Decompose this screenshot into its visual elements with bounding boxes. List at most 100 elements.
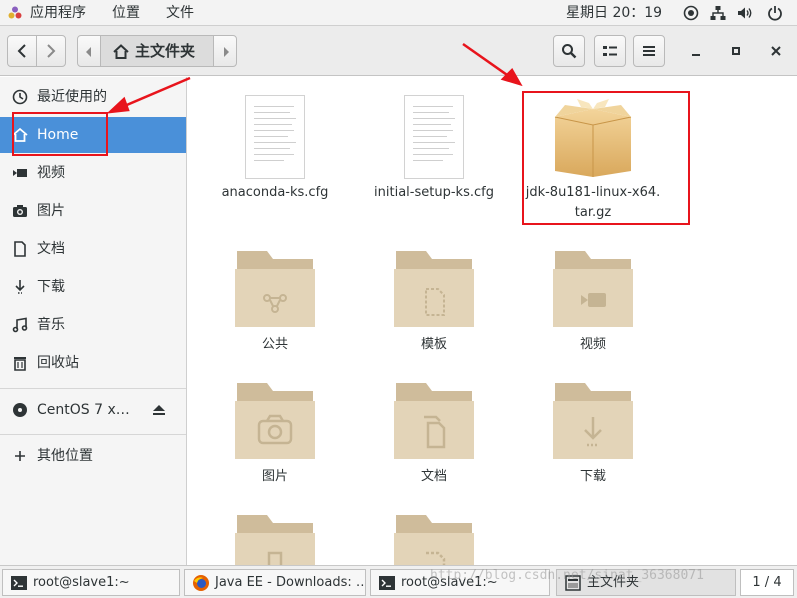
- apps-menu-icon[interactable]: [8, 6, 22, 20]
- music-icon: [12, 317, 28, 333]
- text-file-icon: [245, 95, 305, 179]
- hamburger-menu-icon: [643, 46, 655, 56]
- file-menu[interactable]: 文件: [166, 0, 194, 26]
- folder-name: 下载: [579, 469, 606, 484]
- disc-icon: [13, 403, 27, 417]
- sidebar-divider: [0, 388, 186, 389]
- search-icon: [562, 44, 577, 59]
- sidebar-item-videos[interactable]: 视频: [0, 155, 186, 191]
- chevron-right-icon: [224, 47, 229, 57]
- workspace-pager[interactable]: 1 / 4: [740, 569, 794, 596]
- sidebar-item-pictures[interactable]: 图片: [0, 193, 186, 229]
- file-name: tar.gz: [574, 205, 612, 220]
- file-name: jdk-8u181-linux-x64.: [525, 185, 661, 200]
- sidebar-item-documents[interactable]: 文档: [0, 231, 186, 267]
- sidebar-divider: [0, 434, 186, 435]
- maximize-icon[interactable]: [726, 41, 746, 61]
- path-scroll-right-button[interactable]: [213, 35, 237, 67]
- home-icon: [12, 127, 28, 142]
- folder-item-videos[interactable]: 视频: [515, 243, 671, 357]
- forward-button[interactable]: [36, 35, 66, 67]
- folder-item-downloads[interactable]: 下载: [515, 375, 671, 489]
- folder-name: 模板: [420, 337, 447, 352]
- path-bar: 主文件夹: [77, 35, 237, 67]
- sidebar-item-downloads[interactable]: 下载: [0, 269, 186, 305]
- folder-item[interactable]: [356, 507, 512, 565]
- clock[interactable]: 星期日 20：19: [566, 0, 662, 26]
- folder-icon: [553, 251, 633, 327]
- close-icon[interactable]: [766, 41, 786, 61]
- file-item[interactable]: initial-setup-ks.cfg: [356, 91, 512, 211]
- camera-icon: [13, 205, 27, 217]
- folder-item-documents[interactable]: 文档: [356, 375, 512, 489]
- sidebar-item-trash[interactable]: 回收站: [0, 345, 186, 381]
- watermark: http://blog.csdn.net/sinat_36368071: [430, 568, 704, 583]
- folder-icon: [394, 383, 474, 459]
- terminal-icon: [379, 576, 395, 590]
- sidebar-item-label: 音乐: [37, 317, 65, 333]
- view-mode-button[interactable]: [594, 35, 626, 67]
- folder-icon: [553, 383, 633, 459]
- download-icon: [15, 280, 25, 294]
- minimize-icon[interactable]: [686, 41, 706, 61]
- sidebar-item-label: 文档: [37, 241, 65, 257]
- plus-icon: [15, 451, 25, 461]
- video-icon: [13, 169, 27, 177]
- folder-name: 公共: [261, 337, 288, 352]
- task-terminal-1[interactable]: root@slave1:~: [2, 569, 180, 596]
- eject-icon[interactable]: [152, 403, 166, 417]
- file-item[interactable]: anaconda-ks.cfg: [197, 91, 353, 211]
- text-file-icon: [404, 95, 464, 179]
- list-view-icon: [603, 46, 617, 56]
- top-bar: 应用程序 位置 文件 星期日 20：19: [0, 0, 797, 26]
- sidebar-item-centos-disc[interactable]: CentOS 7 x…: [0, 392, 186, 428]
- chevron-right-icon: [47, 44, 56, 58]
- archive-icon: [554, 99, 632, 177]
- firefox-icon: [193, 575, 209, 591]
- terminal-icon: [11, 576, 27, 590]
- sidebar-item-label: 回收站: [37, 355, 79, 371]
- task-label: root@slave1:~: [33, 575, 130, 590]
- folder-icon: [235, 515, 315, 565]
- chevron-left-icon: [86, 47, 91, 57]
- folder-name: 文档: [420, 469, 447, 484]
- network-icon[interactable]: [709, 4, 727, 22]
- folder-item-public[interactable]: 公共: [197, 243, 353, 357]
- path-scroll-left-button[interactable]: [77, 35, 101, 67]
- sidebar-item-music[interactable]: 音乐: [0, 307, 186, 343]
- sidebar: 最近使用的 Home 视频 图片 文档 下载 音乐 回收站 CentOS 7 x…: [0, 77, 187, 565]
- path-current-folder[interactable]: 主文件夹: [100, 35, 214, 67]
- header-bar: 主文件夹: [0, 26, 797, 76]
- file-name: anaconda-ks.cfg: [221, 185, 329, 200]
- folder-icon: [235, 251, 315, 327]
- task-label: Java EE - Downloads: …: [215, 575, 366, 590]
- power-icon[interactable]: [766, 4, 784, 22]
- applications-menu[interactable]: 应用程序: [30, 0, 86, 26]
- sidebar-item-label: 最近使用的: [37, 89, 107, 105]
- sidebar-item-recent[interactable]: 最近使用的: [0, 79, 186, 115]
- volume-icon[interactable]: [736, 4, 754, 22]
- sidebar-item-label: CentOS 7 x…: [37, 402, 130, 418]
- menu-button[interactable]: [633, 35, 665, 67]
- sidebar-item-other-locations[interactable]: 其他位置: [0, 438, 186, 474]
- folder-name: 视频: [579, 337, 606, 352]
- back-button[interactable]: [7, 35, 37, 67]
- task-firefox[interactable]: Java EE - Downloads: …: [184, 569, 366, 596]
- folder-icon: [394, 251, 474, 327]
- places-menu[interactable]: 位置: [112, 0, 140, 26]
- sidebar-item-label: Home: [37, 127, 79, 143]
- chevron-left-icon: [17, 44, 26, 58]
- file-item[interactable]: jdk-8u181-linux-x64. tar.gz: [515, 91, 671, 221]
- search-button[interactable]: [553, 35, 585, 67]
- sidebar-item-label: 图片: [37, 203, 65, 219]
- accessibility-icon[interactable]: [682, 4, 700, 22]
- folder-item-templates[interactable]: 模板: [356, 243, 512, 357]
- path-current-label: 主文件夹: [135, 42, 196, 60]
- clock-icon: [12, 89, 28, 105]
- folder-item[interactable]: [197, 507, 353, 565]
- file-view: anaconda-ks.cfg initial-setup-ks.cfg jdk…: [188, 77, 797, 565]
- sidebar-item-label: 其他位置: [37, 448, 93, 464]
- sidebar-item-home[interactable]: Home: [0, 117, 186, 153]
- folder-name: 图片: [261, 469, 288, 484]
- folder-item-pictures[interactable]: 图片: [197, 375, 353, 489]
